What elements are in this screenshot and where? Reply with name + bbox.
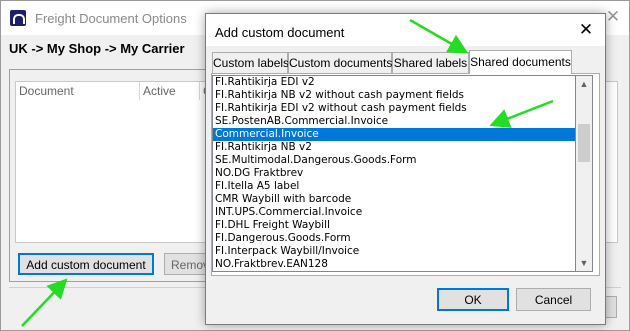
cancel-button[interactable]: Cancel: [516, 288, 591, 311]
column-header-document[interactable]: Document: [16, 82, 140, 100]
list-item-selected[interactable]: Commercial.Invoice: [213, 128, 575, 141]
app-logo-icon: [10, 10, 26, 26]
list-item[interactable]: NO.DG Fraktbrev: [213, 167, 575, 180]
tab-shared-documents[interactable]: Shared documents: [469, 50, 572, 74]
tab-custom-documents[interactable]: Custom documents: [288, 52, 392, 73]
list-item[interactable]: CMR Waybill with barcode: [213, 193, 575, 206]
dialog-title: Add custom document: [215, 25, 345, 40]
tab-shared-labels[interactable]: Shared labels: [392, 52, 469, 73]
ok-button[interactable]: OK: [437, 288, 509, 311]
shared-documents-list[interactable]: FI.Rahtikirja EDI v2 FI.Rahtikirja NB v2 …: [212, 75, 576, 272]
scroll-up-icon[interactable]: ▲: [576, 76, 592, 92]
list-item[interactable]: FI.Rahtikirja EDI v2 without cash paymen…: [213, 102, 575, 115]
list-item[interactable]: FI.DHL Freight Waybill: [213, 219, 575, 232]
list-item[interactable]: FI.Rahtikirja EDI v2: [213, 76, 575, 89]
list-item[interactable]: FI.Interpack Waybill/Invoice: [213, 245, 575, 258]
scroll-thumb[interactable]: [578, 124, 590, 162]
add-custom-document-dialog: Add custom document ✕ Custom labels Cust…: [205, 13, 606, 325]
list-item[interactable]: FI.Rahtikirja NB v2 without cash payment…: [213, 89, 575, 102]
add-custom-document-button[interactable]: Add custom document: [18, 253, 154, 275]
scroll-down-icon[interactable]: ▼: [576, 255, 592, 271]
close-icon[interactable]: ✕: [576, 20, 596, 40]
documents-table[interactable]: Document Active C: [15, 81, 207, 243]
remove-button[interactable]: Remove: [164, 253, 208, 275]
list-scrollbar[interactable]: ▲ ▼: [576, 75, 593, 272]
tab-custom-labels[interactable]: Custom labels: [212, 52, 289, 73]
window-title: Freight Document Options: [35, 11, 187, 26]
dialog-titlebar: Add custom document ✕: [206, 14, 605, 46]
list-item[interactable]: FI.Itella A5 label: [213, 180, 575, 193]
list-item[interactable]: NO.Fraktbrev.EAN128: [213, 258, 575, 271]
close-icon[interactable]: ✕: [603, 7, 623, 27]
column-header-active[interactable]: Active: [140, 82, 200, 100]
list-item[interactable]: FI.Rahtikirja NB v2: [213, 141, 575, 154]
list-item[interactable]: INT.UPS.Commercial.Invoice: [213, 206, 575, 219]
list-item[interactable]: FI.Dangerous.Goods.Form: [213, 232, 575, 245]
breadcrumb: UK -> My Shop -> My Carrier: [9, 41, 185, 56]
list-item[interactable]: SE.PostenAB.Commercial.Invoice: [213, 115, 575, 128]
list-item[interactable]: SE.Multimodal.Dangerous.Goods.Form: [213, 154, 575, 167]
